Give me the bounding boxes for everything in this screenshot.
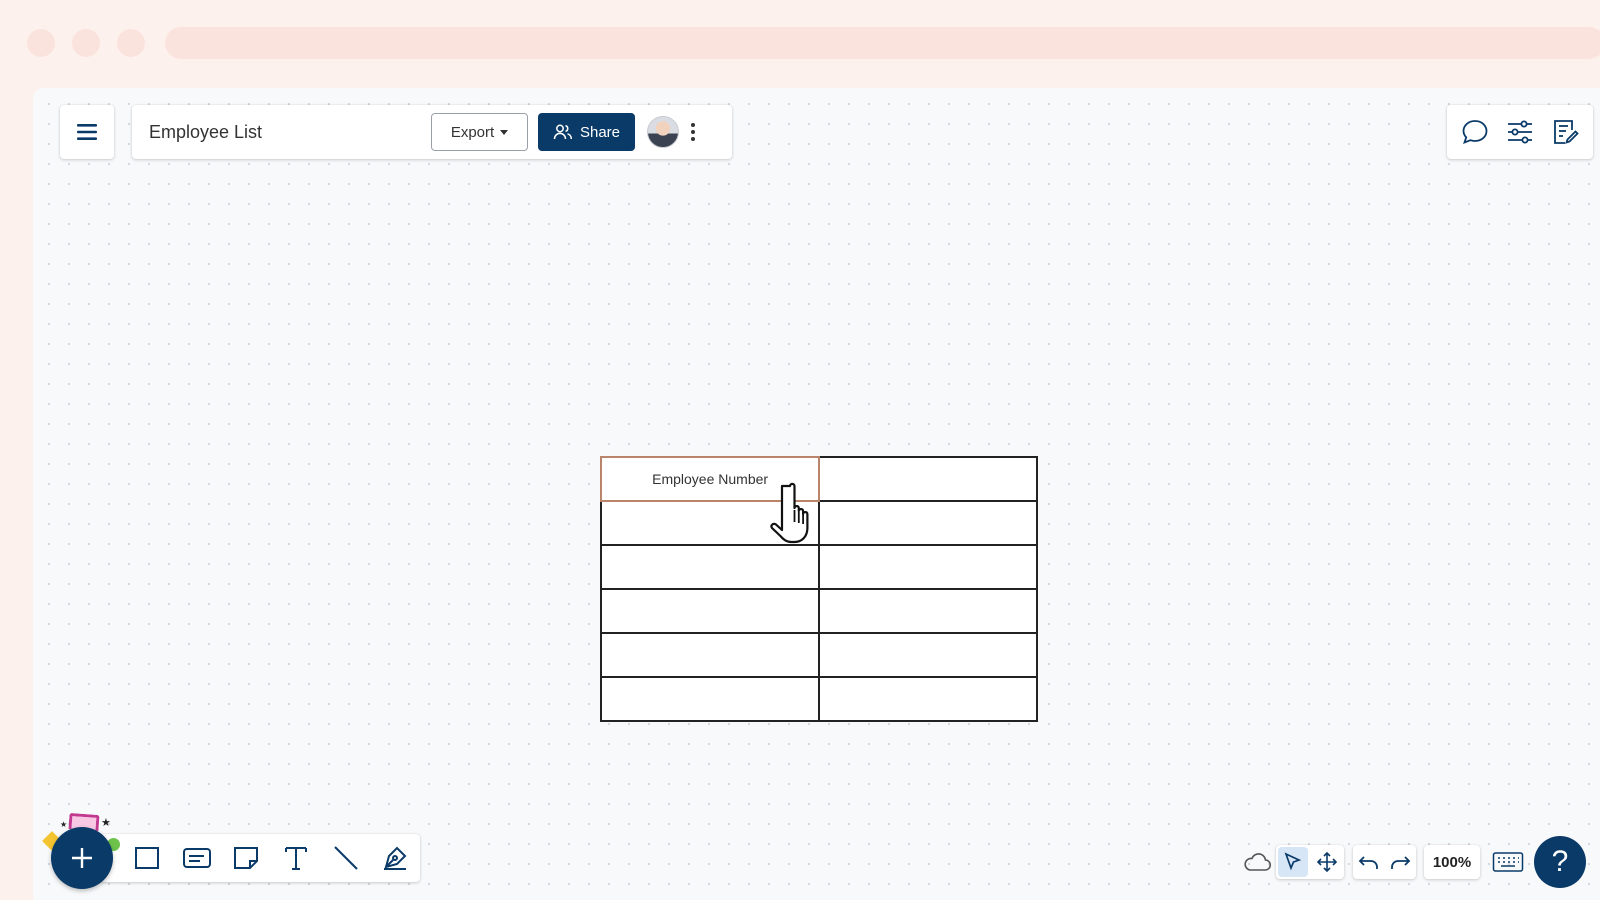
window-control-dot[interactable] [27,29,55,57]
card-icon [182,848,211,868]
window-control-dot[interactable] [72,29,100,57]
zoom-level[interactable]: 100% [1424,845,1480,879]
card-tool[interactable] [172,837,222,879]
sliders-icon [1507,120,1532,144]
table-cell[interactable] [818,500,1038,546]
pan-tool-button[interactable] [1312,847,1342,877]
sparkle-icon: ★ [101,817,111,829]
table-cell[interactable] [818,588,1038,634]
keyboard-icon [1492,852,1524,872]
users-icon [553,124,573,140]
text-tool[interactable] [271,837,321,879]
table-cell[interactable] [818,456,1038,502]
shape-toolbar [100,834,420,882]
more-options-icon[interactable] [686,119,700,145]
undo-icon[interactable] [1358,853,1380,871]
help-button[interactable]: ? [1534,836,1586,888]
line-tool[interactable] [321,837,371,879]
properties-button[interactable] [1501,113,1539,151]
redo-icon[interactable] [1389,853,1411,871]
sticky-note-tool[interactable] [221,837,271,879]
notes-button[interactable] [1546,113,1584,151]
pen-icon [384,846,407,870]
table-cell[interactable] [599,588,821,634]
address-bar[interactable] [165,27,1600,59]
plus-icon [72,848,92,868]
table-row [599,632,1038,678]
table-cell[interactable] [818,676,1038,722]
right-toolbar [1447,105,1593,159]
export-label: Export [450,123,495,141]
line-icon [333,846,358,870]
add-shape-button[interactable] [51,827,113,889]
pointer-icon [1284,852,1302,871]
history-group [1353,845,1416,879]
sparkle-icon: ★ [60,820,68,829]
table-row [599,588,1038,634]
table-row [599,544,1038,590]
edit-note-icon [1553,120,1579,144]
pointer-mode-group [1276,845,1344,879]
table-cell[interactable] [818,544,1038,590]
table-cell[interactable] [599,676,821,722]
table-cell[interactable] [818,632,1038,678]
share-label: Share [579,123,621,141]
table-cell[interactable] [599,544,821,590]
pen-tool[interactable] [370,837,420,879]
cloud-icon [1244,853,1271,871]
main-menu-button[interactable] [60,105,114,159]
rectangle-tool[interactable] [122,837,172,879]
comments-button[interactable] [1456,113,1494,151]
hand-cursor-icon [770,482,809,544]
rectangle-icon [134,847,159,869]
document-title[interactable]: Employee List [149,122,262,143]
select-tool-button[interactable] [1278,847,1308,877]
table-cell[interactable] [599,632,821,678]
export-button[interactable]: Export [431,113,528,151]
save-status[interactable] [1240,848,1274,876]
window-control-dot[interactable] [117,29,145,57]
sticky-note-icon [234,847,259,869]
table-row [599,676,1038,722]
share-button[interactable]: Share [538,113,635,151]
caret-down-icon [500,129,509,135]
text-icon [284,847,307,870]
document-header: Employee List Export Share [132,105,732,159]
avatar[interactable] [647,116,679,148]
hamburger-icon [77,124,97,140]
move-icon [1316,851,1338,873]
keyboard-shortcuts-button[interactable] [1490,848,1526,876]
comment-icon [1462,120,1488,145]
